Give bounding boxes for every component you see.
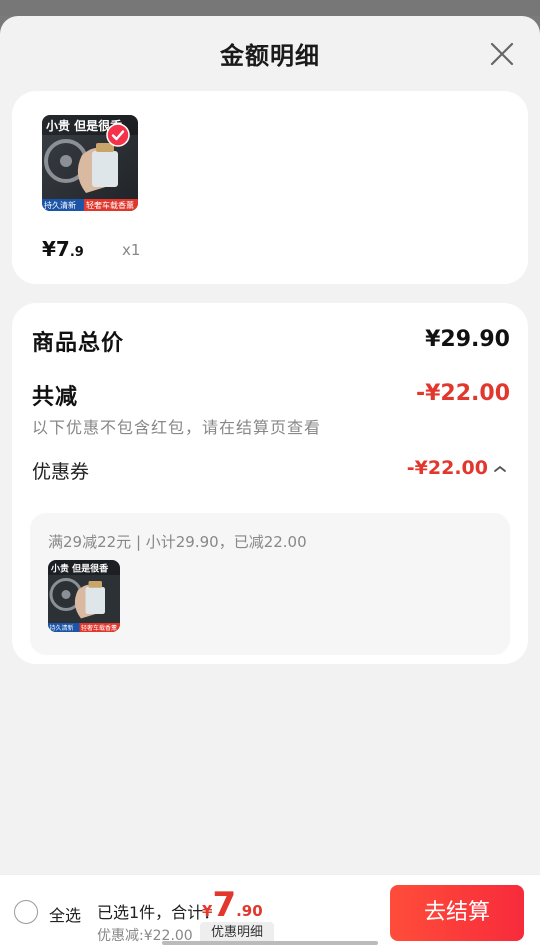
product-quantity: x1 — [122, 241, 141, 259]
total-price-label: 商品总价 — [32, 331, 125, 356]
coupon-label: 优惠券 — [32, 461, 90, 483]
svg-text:持久清新: 持久清新 — [50, 624, 74, 632]
total-price-value: ¥29.90 — [425, 327, 510, 352]
coupon-value[interactable]: -¥22.00 — [407, 457, 488, 479]
product-thumbnail[interactable]: 小贵 但是很香 持久清新 轻奢车载香薰 — [42, 115, 138, 211]
select-all-label[interactable]: 全选 — [49, 902, 81, 926]
total-reduce-value: -¥22.00 — [415, 381, 510, 406]
svg-text:轻奢车载香薰: 轻奢车载香薰 — [81, 624, 117, 632]
price-breakdown-card: 商品总价 ¥29.90 共减 -¥22.00 以下优惠不包含红包，请在结算页查看… — [12, 303, 528, 664]
total-amount: ¥7.90 — [202, 885, 263, 925]
product-card: 小贵 但是很香 持久清新 轻奢车载香薰 ¥7.9 x1 — [12, 91, 528, 284]
svg-text:小贵 但是很香: 小贵 但是很香 — [50, 562, 109, 574]
svg-text:轻奢车载香薰: 轻奢车载香薰 — [86, 200, 134, 210]
product-price: ¥7.9 — [42, 237, 84, 261]
selection-summary: 已选1件，合计： — [97, 903, 220, 922]
close-icon[interactable] — [486, 38, 518, 70]
chevron-up-icon[interactable] — [492, 463, 508, 475]
home-indicator — [162, 941, 378, 945]
svg-text:持久清新: 持久清新 — [44, 200, 76, 210]
status-bar — [0, 0, 540, 16]
coupon-description: 满29减22元 | 小计29.90，已减22.00 — [48, 533, 307, 551]
coupon-detail-box: 满29减22元 | 小计29.90，已减22.00 小贵 但是很香 持久清新 轻… — [30, 513, 510, 655]
checkout-button[interactable]: 去结算 — [390, 885, 524, 941]
coupon-product-thumbnail: 小贵 但是很香 持久清新 轻奢车载香薰 — [48, 560, 120, 632]
sheet-title: 金额明细 — [220, 42, 320, 70]
bottom-checkout-bar: 全选 已选1件，合计： ¥7.90 优惠减:¥22.00 优惠明细 去结算 — [0, 874, 540, 949]
amount-detail-sheet: 金额明细 小贵 但是很香 持久清新 轻奢车载香薰 ¥7.9 x1 商品总价 ¥2… — [0, 16, 540, 949]
selected-check-icon[interactable] — [106, 123, 130, 147]
discount-note: 以下优惠不包含红包，请在结算页查看 — [32, 418, 322, 437]
total-reduce-label: 共减 — [32, 385, 79, 410]
select-all-radio[interactable] — [14, 900, 38, 924]
